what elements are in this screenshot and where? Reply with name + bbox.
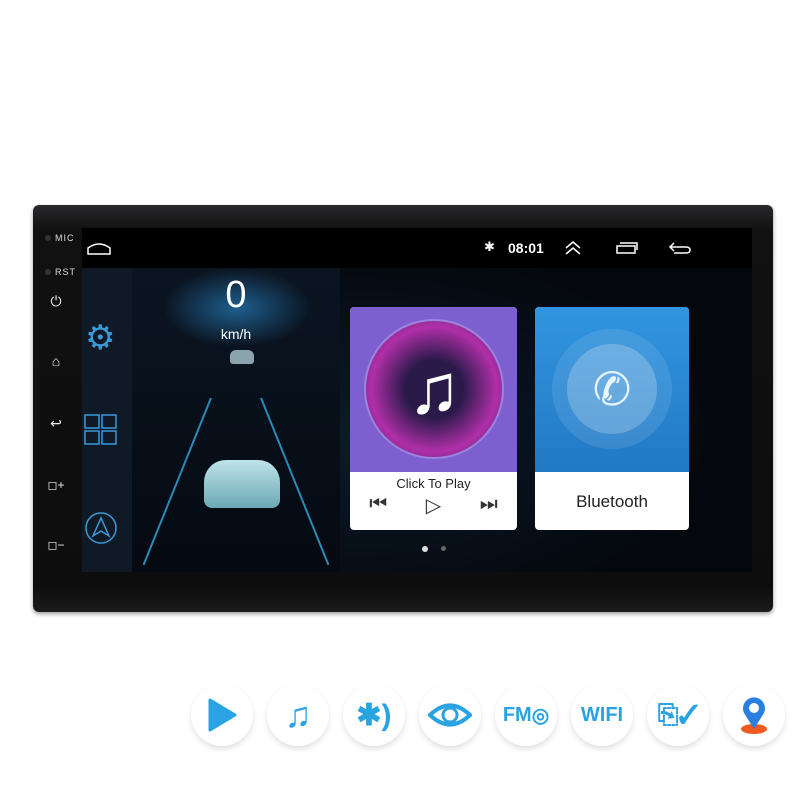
wifi-text: WIFI	[580, 703, 624, 726]
fm-icon: FM ◎	[495, 684, 557, 746]
bluetooth-phone-icon: ✆	[567, 344, 657, 434]
wifi-icon: WIFI	[571, 684, 633, 746]
sidebar: ⚙	[82, 268, 132, 572]
home-icon[interactable]: ⌂	[46, 353, 66, 369]
speedometer-panel: 0 km/h	[132, 268, 340, 572]
eye-icon	[419, 684, 481, 746]
apps-grid-icon[interactable]	[84, 414, 118, 446]
clock: 08:01	[508, 240, 544, 256]
page-dot-active[interactable]	[422, 546, 428, 552]
usb-icon: ⎘✓	[647, 684, 709, 746]
bluetooth-label: Bluetooth	[576, 492, 648, 511]
click-to-play-label: Click To Play	[396, 476, 471, 491]
gear-icon[interactable]: ⚙	[85, 318, 115, 358]
play-icon[interactable]: ▷	[426, 493, 441, 518]
bluetooth-icon: ✱	[484, 239, 495, 254]
bluetooth-card[interactable]: ✆ Bluetooth	[535, 307, 689, 530]
mic-label: MIC	[45, 233, 75, 243]
volume-up-icon[interactable]: ◻+	[46, 478, 66, 492]
mic-text: MIC	[55, 233, 75, 243]
rst-text: RST	[55, 267, 76, 277]
screen: ✱ 08:01 ⚙ 0 km/h ♫ Click To Play ⏮ ▷ ⏭ ✆	[82, 228, 752, 572]
location-icon	[723, 684, 785, 746]
fm-text: FM	[502, 703, 532, 726]
recent-apps-icon[interactable]	[616, 242, 638, 254]
previous-icon[interactable]: ⏮	[369, 493, 387, 518]
navigation-icon[interactable]	[84, 511, 118, 545]
speed-value: 0	[225, 274, 247, 316]
play-icon	[191, 684, 253, 746]
power-icon[interactable]: ⏻	[46, 293, 66, 310]
back-icon[interactable]: ↩	[46, 415, 66, 432]
car-image	[204, 460, 280, 508]
speed-unit: km/h	[220, 326, 252, 342]
chevrons-up-icon[interactable]	[564, 240, 582, 256]
bluetooth-icon: ✱)	[343, 684, 405, 746]
car-ahead-image	[230, 350, 254, 364]
status-bar: ✱ 08:01	[82, 228, 752, 268]
music-card[interactable]: ♫ Click To Play ⏮ ▷ ⏭	[350, 307, 517, 530]
home-outline-icon[interactable]	[86, 240, 112, 256]
music-note-icon: ♫	[364, 319, 504, 459]
volume-down-icon[interactable]: ◻−	[46, 538, 66, 552]
page-dot[interactable]	[441, 546, 446, 551]
feature-icons-row: ♫ ✱) FM ◎ WIFI ⎘✓	[191, 684, 785, 746]
next-icon[interactable]: ⏭	[480, 493, 498, 518]
music-icon: ♫	[267, 684, 329, 746]
reset-button[interactable]: RST	[45, 267, 76, 277]
back-icon[interactable]	[668, 241, 692, 255]
